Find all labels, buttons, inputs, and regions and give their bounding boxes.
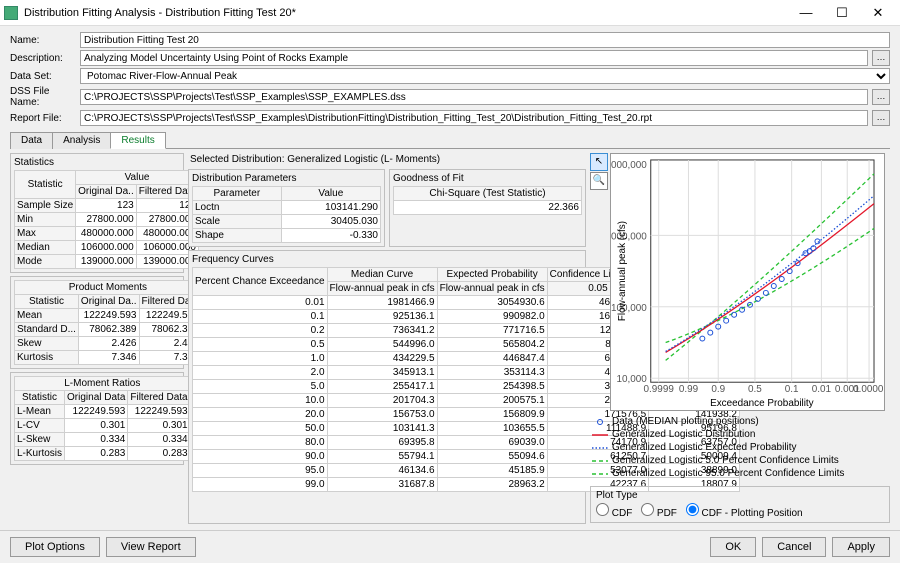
dss-field[interactable] (80, 89, 868, 105)
tab-results[interactable]: Results (110, 132, 165, 149)
dss-label: DSS File Name: (10, 86, 76, 108)
maximize-button[interactable]: ☐ (824, 2, 860, 24)
svg-text:0.1: 0.1 (785, 384, 799, 395)
rpt-label: Report File: (10, 113, 76, 124)
svg-text:0.5: 0.5 (748, 384, 762, 395)
cancel-button[interactable]: Cancel (762, 537, 826, 557)
plot-type-group: Plot Type CDF PDF CDF - Plotting Positio… (590, 486, 890, 523)
svg-text:Flow-annual peak (cfs): Flow-annual peak (cfs) (617, 221, 628, 321)
svg-text:10,000,000: 10,000,000 (611, 160, 647, 171)
svg-text:0.00001: 0.00001 (853, 384, 884, 395)
radio-cdf-plotting[interactable]: CDF - Plotting Position (686, 508, 803, 519)
dataset-label: Data Set: (10, 71, 76, 82)
basic-statistics-table: StatisticValue Original Da..Filtered Dat… (14, 170, 199, 269)
description-label: Description: (10, 53, 76, 64)
svg-text:0.9: 0.9 (711, 384, 725, 395)
minimize-button[interactable]: — (788, 2, 824, 24)
rpt-field[interactable] (80, 110, 868, 126)
svg-text:Exceedance Probability: Exceedance Probability (710, 398, 814, 409)
tab-analysis[interactable]: Analysis (52, 132, 111, 149)
product-moments-group: Product Moments StatisticOriginal Da..Fi… (10, 276, 184, 369)
selected-distribution-label: Selected Distribution: Generalized Logis… (188, 153, 586, 166)
pointer-tool[interactable]: ↖ (590, 153, 608, 171)
radio-cdf[interactable]: CDF (596, 508, 632, 519)
svg-text:0.9999: 0.9999 (644, 384, 675, 395)
svg-text:0.01: 0.01 (812, 384, 832, 395)
rpt-browse-button[interactable]: … (872, 110, 890, 126)
plot-legend: Data (MEDIAN plotting positions) General… (590, 413, 890, 482)
frequency-curves-group: Frequency Curves Percent Chance Exceedan… (188, 250, 586, 524)
name-label: Name: (10, 35, 76, 46)
lmoment-table: L-Moment Ratios StatisticOriginal DataFi… (14, 376, 191, 461)
svg-text:0.99: 0.99 (679, 384, 699, 395)
description-field[interactable] (80, 50, 868, 66)
ok-button[interactable]: OK (710, 537, 756, 557)
plot-options-button[interactable]: Plot Options (10, 537, 100, 557)
close-button[interactable]: ✕ (860, 2, 896, 24)
apply-button[interactable]: Apply (832, 537, 890, 557)
dss-browse-button[interactable]: … (872, 89, 890, 105)
radio-pdf[interactable]: PDF (641, 508, 677, 519)
distribution-parameters-group: Distribution Parameters ParameterValue L… (188, 169, 385, 247)
zoom-tool[interactable]: 🔍 (590, 172, 608, 190)
window-title: Distribution Fitting Analysis - Distribu… (24, 7, 788, 19)
name-field[interactable] (80, 32, 890, 48)
description-browse-button[interactable]: … (872, 50, 890, 66)
goodness-of-fit-group: Goodness of Fit Chi-Square (Test Statist… (389, 169, 586, 247)
dataset-combo[interactable]: Potomac River-Flow-Annual Peak (80, 68, 890, 84)
view-report-button[interactable]: View Report (106, 537, 196, 557)
lmoment-group: L-Moment Ratios StatisticOriginal DataFi… (10, 372, 184, 465)
statistics-group: Statistics StatisticValue Original Da..F… (10, 153, 184, 273)
tab-data[interactable]: Data (10, 132, 53, 149)
product-moments-table: Product Moments StatisticOriginal Da..Fi… (14, 280, 202, 365)
app-icon (4, 6, 18, 20)
probability-plot[interactable]: 10,000 100,000 1,000,000 10,000,000 0.99… (610, 153, 885, 411)
